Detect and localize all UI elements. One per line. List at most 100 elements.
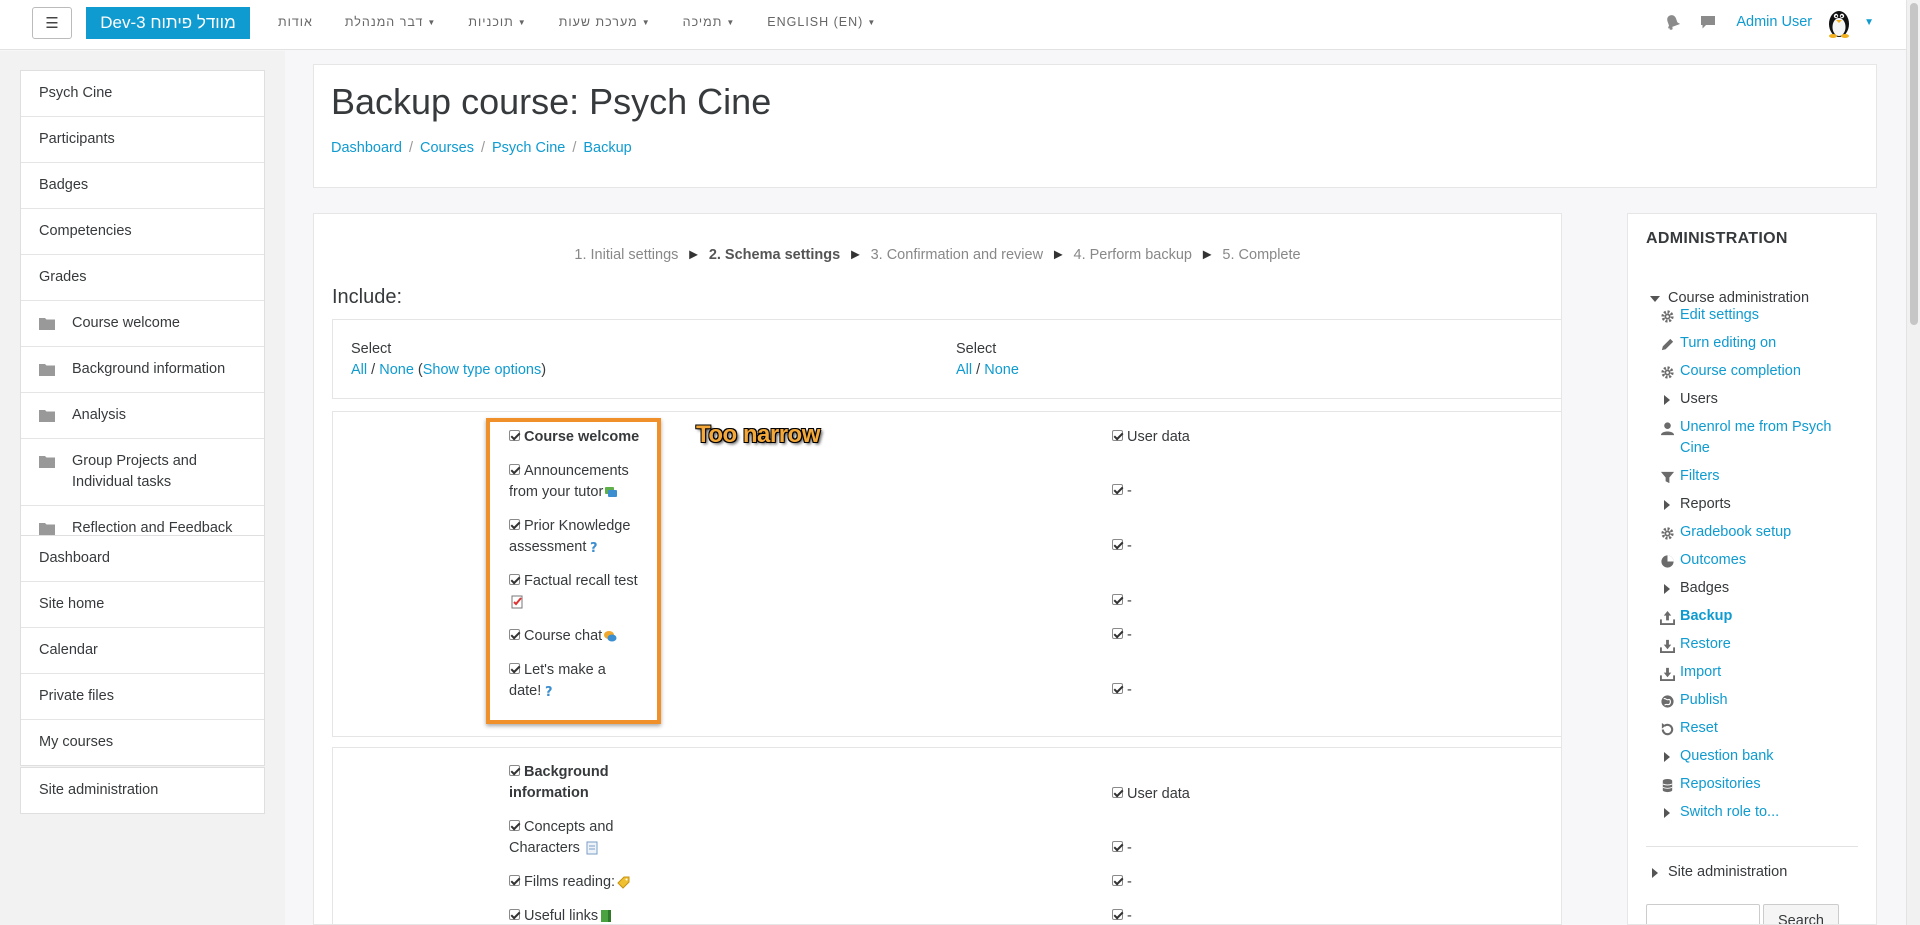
admin-item-badges[interactable]: Badges bbox=[1658, 578, 1729, 599]
admin-item-users[interactable]: Users bbox=[1658, 389, 1718, 410]
admin-item-switch-role-to[interactable]: Switch role to... bbox=[1658, 802, 1779, 823]
breadcrumb-course[interactable]: Psych Cine bbox=[492, 140, 565, 156]
scrollbar-thumb[interactable] bbox=[1910, 3, 1918, 325]
database-icon bbox=[1658, 776, 1676, 794]
menu-programs[interactable]: תוכניות ▼ bbox=[468, 15, 526, 29]
menu-support[interactable]: תמיכה ▼ bbox=[683, 15, 736, 29]
admin-search-input[interactable] bbox=[1646, 904, 1760, 924]
userdata-checkbox-item[interactable]: - bbox=[1112, 625, 1132, 646]
admin-search-button[interactable]: Search bbox=[1763, 904, 1839, 924]
nav-item-my-courses[interactable]: My courses bbox=[21, 720, 264, 765]
admin-item-outcomes[interactable]: Outcomes bbox=[1658, 550, 1746, 571]
nav-item-course-home[interactable]: Psych Cine bbox=[21, 71, 264, 117]
nav-item-section[interactable]: Analysis bbox=[21, 393, 264, 439]
userdata-checkbox-item[interactable]: - bbox=[1112, 838, 1132, 859]
activity-checkbox-item[interactable]: Concepts and Characters bbox=[509, 817, 639, 859]
checkbox[interactable] bbox=[1112, 787, 1123, 798]
drawer-toggle-button[interactable]: ☰ bbox=[32, 7, 72, 39]
select-controls: Select All / None (Show type options) Se… bbox=[332, 319, 1561, 399]
admin-item-reset[interactable]: Reset bbox=[1658, 718, 1718, 739]
nav-item-section[interactable]: Group Projects and Individual tasks bbox=[21, 439, 264, 506]
admin-item-repositories[interactable]: Repositories bbox=[1658, 774, 1761, 795]
nav-item-section[interactable]: Course welcome bbox=[21, 301, 264, 347]
admin-item-filters[interactable]: Filters bbox=[1658, 466, 1719, 487]
userdata-checkbox-item[interactable]: User data bbox=[1112, 784, 1190, 805]
admin-item-publish[interactable]: Publish bbox=[1658, 690, 1728, 711]
admin-item-question-bank[interactable]: Question bank bbox=[1658, 746, 1774, 767]
userdata-checkbox-item[interactable]: - bbox=[1112, 591, 1132, 612]
filter-icon bbox=[1658, 468, 1676, 486]
nav-item-dashboard[interactable]: Dashboard bbox=[21, 536, 264, 582]
step-schema: 2. Schema settings bbox=[708, 247, 841, 263]
site-administration-node[interactable]: Site administration bbox=[1646, 862, 1787, 883]
select-none-userdata-link[interactable]: None bbox=[984, 362, 1019, 378]
breadcrumb-dashboard[interactable]: Dashboard bbox=[331, 140, 402, 156]
step-arrow: ► bbox=[848, 247, 863, 263]
checkbox[interactable] bbox=[1112, 484, 1123, 495]
menu-about[interactable]: אודות bbox=[278, 15, 313, 29]
hamburger-icon: ☰ bbox=[45, 15, 59, 32]
userdata-checkbox-item[interactable]: - bbox=[1112, 536, 1132, 557]
section-checkbox-item[interactable]: Background information bbox=[509, 762, 639, 804]
avatar[interactable] bbox=[1822, 5, 1857, 39]
admin-item-label: Reset bbox=[1680, 720, 1718, 736]
nav-item-site-administration[interactable]: Site administration bbox=[21, 768, 264, 813]
userdata-checkbox-item[interactable]: - bbox=[1112, 680, 1132, 701]
admin-item-restore[interactable]: Restore bbox=[1658, 634, 1731, 655]
breadcrumb-backup[interactable]: Backup bbox=[583, 140, 631, 156]
admin-item-gradebook-setup[interactable]: Gradebook setup bbox=[1658, 522, 1791, 543]
breadcrumb-courses[interactable]: Courses bbox=[420, 140, 474, 156]
admin-item-reports[interactable]: Reports bbox=[1658, 494, 1731, 515]
tag-icon bbox=[617, 876, 630, 889]
userdata-checkbox-item[interactable]: - bbox=[1112, 481, 1132, 502]
checkbox[interactable] bbox=[1112, 430, 1123, 441]
activity-checkbox-item[interactable]: Useful links bbox=[509, 906, 649, 924]
download-icon bbox=[1658, 636, 1676, 654]
folder-icon bbox=[39, 318, 55, 330]
checkbox[interactable] bbox=[509, 909, 520, 920]
nav-item-competencies[interactable]: Competencies bbox=[21, 209, 264, 255]
checkbox[interactable] bbox=[1112, 594, 1123, 605]
checkbox[interactable] bbox=[1112, 683, 1123, 694]
site-brand[interactable]: Dev-מוודל פיתוח 3 bbox=[86, 7, 250, 39]
checkbox[interactable] bbox=[1112, 539, 1123, 550]
nav-item-participants[interactable]: Participants bbox=[21, 117, 264, 163]
nav-item-badges[interactable]: Badges bbox=[21, 163, 264, 209]
nav-item-site-home[interactable]: Site home bbox=[21, 582, 264, 628]
language-menu[interactable]: ENGLISH (EN) ▼ bbox=[767, 15, 876, 29]
checkbox[interactable] bbox=[509, 820, 520, 831]
checkbox[interactable] bbox=[509, 765, 520, 776]
admin-item-unenrol-me-from-psych-cine[interactable]: Unenrol me from Psych Cine bbox=[1658, 417, 1840, 459]
admin-item-course-completion[interactable]: Course completion bbox=[1658, 361, 1801, 382]
nav-item-grades[interactable]: Grades bbox=[21, 255, 264, 301]
admin-nav: Site administration bbox=[20, 767, 265, 814]
admin-item-turn-editing-on[interactable]: Turn editing on bbox=[1658, 333, 1776, 354]
menu-timetable[interactable]: מערכת שעות ▼ bbox=[559, 15, 651, 29]
checkbox[interactable] bbox=[1112, 909, 1123, 920]
checkbox[interactable] bbox=[1112, 841, 1123, 852]
show-type-options-link[interactable]: Show type options bbox=[423, 362, 542, 378]
checkbox[interactable] bbox=[1112, 628, 1123, 639]
nav-item-calendar[interactable]: Calendar bbox=[21, 628, 264, 674]
checkbox[interactable] bbox=[509, 875, 520, 886]
userdata-checkbox-item[interactable]: User data bbox=[1112, 427, 1190, 448]
checkbox[interactable] bbox=[1112, 875, 1123, 886]
top-navbar: ☰ Dev-מוודל פיתוח 3 אודות דבר המנהלת ▼ תו… bbox=[0, 0, 1906, 50]
notifications-bell-icon[interactable] bbox=[1665, 14, 1681, 30]
activity-checkbox-item[interactable]: Films reading: bbox=[509, 872, 649, 893]
nav-item-private-files[interactable]: Private files bbox=[21, 674, 264, 720]
user-name[interactable]: Admin User bbox=[1736, 14, 1812, 30]
select-none-link[interactable]: None bbox=[379, 362, 414, 378]
userdata-checkbox-item[interactable]: - bbox=[1112, 906, 1132, 924]
page-scrollbar[interactable] bbox=[1906, 0, 1920, 925]
admin-item-backup[interactable]: Backup bbox=[1658, 606, 1732, 627]
user-menu-caret-icon[interactable]: ▼ bbox=[1864, 17, 1874, 28]
admin-item-import[interactable]: Import bbox=[1658, 662, 1721, 683]
select-all-link[interactable]: All bbox=[351, 362, 367, 378]
nav-item-section[interactable]: Background information bbox=[21, 347, 264, 393]
messages-icon[interactable] bbox=[1700, 15, 1716, 30]
admin-item-edit-settings[interactable]: Edit settings bbox=[1658, 305, 1759, 326]
menu-principal[interactable]: דבר המנהלת ▼ bbox=[345, 15, 436, 29]
select-all-userdata-link[interactable]: All bbox=[956, 362, 972, 378]
userdata-checkbox-item[interactable]: - bbox=[1112, 872, 1132, 893]
